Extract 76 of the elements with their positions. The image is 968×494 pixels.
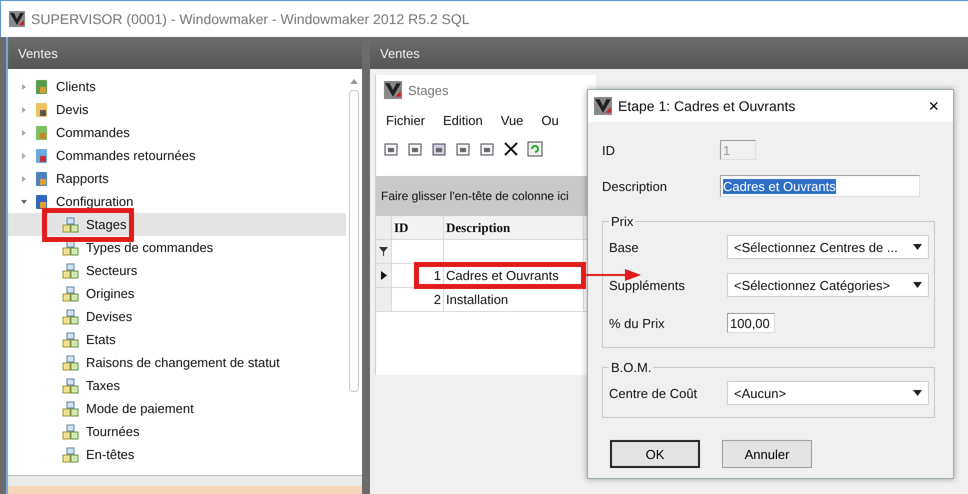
close-button[interactable]: × bbox=[924, 96, 943, 116]
tree-item[interactable]: Devises bbox=[86, 309, 132, 324]
field-label: Suppléments bbox=[609, 278, 686, 292]
refresh-icon[interactable] bbox=[526, 140, 544, 158]
scroll-up-icon[interactable] bbox=[350, 79, 358, 84]
menu-item[interactable]: Ou bbox=[541, 112, 559, 128]
dropdown-caret-icon bbox=[913, 244, 922, 250]
app-logo-icon bbox=[594, 97, 612, 115]
row-indicator[interactable] bbox=[376, 264, 392, 288]
tree-item[interactable]: Raisons de changement de statut bbox=[86, 355, 280, 370]
supplements-dropdown[interactable]: <Sélectionnez Catégories> bbox=[727, 273, 929, 297]
tree-item[interactable]: Tournées bbox=[86, 424, 140, 439]
cancel-button[interactable]: Annuler bbox=[722, 440, 812, 468]
org-chart-icon bbox=[62, 240, 80, 256]
filter-cell[interactable] bbox=[392, 240, 444, 264]
group-title: B.O.M. bbox=[610, 360, 652, 375]
percent-field[interactable]: 100,00 bbox=[727, 313, 775, 333]
field-label: Base bbox=[609, 240, 640, 254]
field-label: Description bbox=[602, 178, 668, 194]
org-chart-icon bbox=[62, 308, 80, 324]
table-cell: 1 bbox=[392, 264, 444, 288]
tree-item[interactable]: Secteurs bbox=[86, 263, 138, 278]
tree-item[interactable]: Origines bbox=[86, 286, 134, 301]
dropdown-caret-icon bbox=[913, 282, 922, 288]
panel-header: Ventes bbox=[8, 37, 362, 69]
tree-item[interactable]: Etats bbox=[86, 332, 116, 347]
tree-item[interactable]: Rapports bbox=[56, 171, 109, 186]
tree-item[interactable]: Clients bbox=[56, 79, 96, 94]
document-icon bbox=[34, 148, 50, 164]
field-label: % du Prix bbox=[609, 316, 666, 330]
field-label: Centre de Coût bbox=[609, 386, 698, 400]
menu-item[interactable]: Edition bbox=[443, 112, 483, 128]
app-logo-icon bbox=[9, 11, 25, 27]
menu-item[interactable]: Vue bbox=[500, 112, 524, 128]
org-chart-icon bbox=[62, 216, 80, 232]
document-icon bbox=[34, 124, 50, 140]
app-logo-icon bbox=[384, 81, 402, 99]
org-chart-icon bbox=[62, 378, 80, 394]
dropdown-caret-icon bbox=[913, 390, 922, 396]
org-chart-icon bbox=[62, 286, 80, 302]
table-cell: 2 bbox=[392, 288, 444, 312]
delete-icon[interactable] bbox=[502, 140, 520, 158]
tree-item[interactable]: Commandes bbox=[56, 125, 130, 140]
field-label: ID bbox=[602, 142, 616, 158]
org-chart-icon bbox=[62, 332, 80, 348]
pointer-arrow bbox=[585, 268, 641, 282]
panel-header: Ventes bbox=[370, 37, 968, 69]
menu-item[interactable]: Fichier bbox=[386, 112, 426, 128]
tree-item[interactable]: En-têtes bbox=[86, 447, 134, 462]
org-chart-icon bbox=[62, 262, 80, 278]
collapse-arrow-icon[interactable] bbox=[20, 198, 28, 206]
column-header[interactable]: Description bbox=[444, 216, 584, 240]
tree-item[interactable]: Types de commandes bbox=[86, 240, 214, 255]
org-chart-icon bbox=[62, 446, 80, 462]
cost-center-dropdown[interactable]: <Aucun> bbox=[727, 381, 929, 405]
window-title: SUPERVISOR (0001) - Windowmaker - Windowmaker 2012 R5.2 SQL bbox=[31, 11, 470, 27]
window-title: Stages bbox=[408, 82, 448, 98]
ok-button[interactable]: OK bbox=[610, 440, 700, 468]
tree-item[interactable]: Stages bbox=[86, 217, 126, 232]
tree-item[interactable]: Commandes retournées bbox=[56, 148, 196, 163]
tree-item[interactable]: Mode de paiement bbox=[86, 401, 194, 416]
description-field[interactable]: Cadres et Ouvrants bbox=[720, 175, 920, 197]
group-title: Prix bbox=[610, 214, 634, 229]
tree-item[interactable]: Devis bbox=[56, 102, 89, 117]
tree-item[interactable]: Taxes bbox=[86, 378, 120, 393]
org-chart-icon bbox=[62, 400, 80, 416]
dialog-title: Etape 1: Cadres et Ouvrants bbox=[618, 98, 796, 114]
base-dropdown[interactable]: <Sélectionnez Centres de ... bbox=[727, 235, 929, 259]
filter-icon[interactable] bbox=[379, 247, 388, 256]
org-chart-icon bbox=[62, 424, 80, 440]
org-chart-icon bbox=[62, 354, 80, 370]
column-header[interactable]: ID bbox=[392, 216, 444, 240]
current-row-icon bbox=[380, 271, 386, 280]
table-cell: Cadres et Ouvrants bbox=[444, 264, 584, 288]
table-cell: Installation bbox=[444, 288, 584, 312]
tree-item[interactable]: Configuration bbox=[56, 194, 134, 209]
